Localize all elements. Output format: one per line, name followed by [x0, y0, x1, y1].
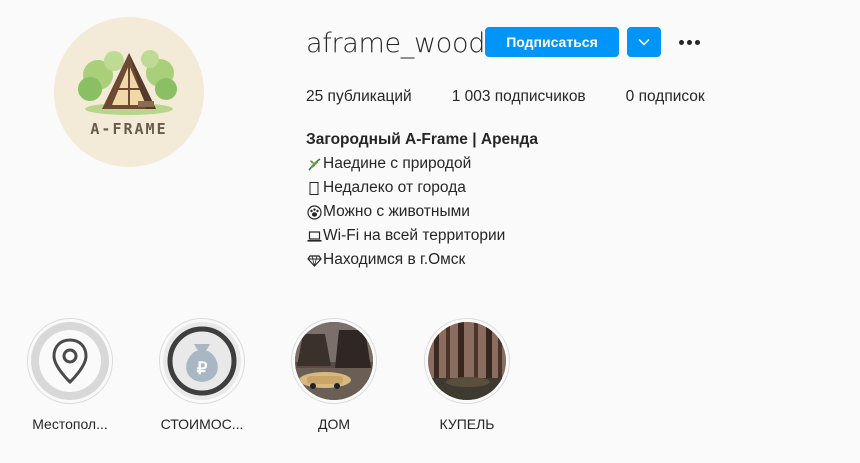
location-pin-icon — [31, 322, 109, 400]
followers-count[interactable]: 1 003 подписчиков — [452, 88, 586, 106]
diamond-icon — [306, 252, 322, 268]
highlight-location[interactable]: Местопол... — [27, 318, 127, 432]
plant-icon — [306, 156, 322, 172]
profile-bio: Загородный A-Frame | Аренда Наедине с пр… — [306, 128, 538, 272]
highlight-ring: ₽ — [159, 318, 245, 404]
profile-stats: 25 публикаций 1 003 подписчиков 0 подпис… — [306, 88, 745, 106]
profile-avatar: A-FRAME — [54, 17, 204, 167]
highlight-label: ДОМ — [317, 416, 351, 432]
highlight-label: Местопол... — [32, 416, 108, 432]
more-options-dot — [686, 39, 692, 45]
bio-line: Недалеко от города — [306, 176, 538, 200]
bio-line: Наедине с природой — [306, 152, 538, 176]
bio-line-text: Наедине с природой — [323, 155, 472, 172]
missing-glyph-icon — [306, 180, 322, 196]
highlight-ring — [291, 318, 377, 404]
highlight-kupel[interactable]: КУПЕЛЬ — [424, 318, 524, 432]
highlight-ring — [27, 318, 113, 404]
more-options-button[interactable] — [672, 27, 706, 57]
bio-line: Можно с животными — [306, 200, 538, 224]
svg-text:₽: ₽ — [197, 359, 208, 378]
story-highlights: Местопол... ₽ СТОИМОС... ДОМ КУПЕЛЬ — [0, 318, 860, 448]
bio-line-text: Можно с животными — [323, 203, 470, 220]
forest-photo — [428, 322, 506, 400]
highlight-house[interactable]: ДОМ — [291, 318, 391, 432]
more-options-dot — [694, 39, 700, 45]
follow-button[interactable]: Подписаться — [485, 27, 619, 57]
suggested-accounts-button[interactable] — [627, 27, 661, 57]
bio-line: Находимся в г.Омск — [306, 248, 538, 272]
bio-line-text: Wi-Fi на всей территории — [323, 227, 506, 244]
posts-count: 25 публикаций — [306, 88, 412, 105]
house-photo — [295, 322, 373, 400]
laptop-icon — [306, 228, 322, 244]
profile-username: aframe_wood — [306, 28, 486, 59]
highlight-label: КУПЕЛЬ — [439, 416, 495, 432]
bio-line: Wi-Fi на всей территории — [306, 224, 538, 248]
highlight-cost[interactable]: ₽ СТОИМОС... — [159, 318, 259, 432]
logo-text: A-FRAME — [90, 120, 167, 138]
bio-line-text: Находимся в г.Омск — [323, 251, 466, 268]
highlight-label: СТОИМОС... — [160, 416, 244, 432]
money-bag-icon: ₽ — [163, 322, 241, 400]
following-count[interactable]: 0 подписок — [626, 88, 705, 106]
more-options-icon — [678, 39, 684, 45]
bio-line-text: Недалеко от города — [323, 179, 466, 196]
highlight-ring — [424, 318, 510, 404]
bio-full-name: Загородный A-Frame | Аренда — [306, 131, 538, 148]
paw-icon — [306, 204, 322, 220]
chevron-down-icon — [638, 38, 650, 46]
